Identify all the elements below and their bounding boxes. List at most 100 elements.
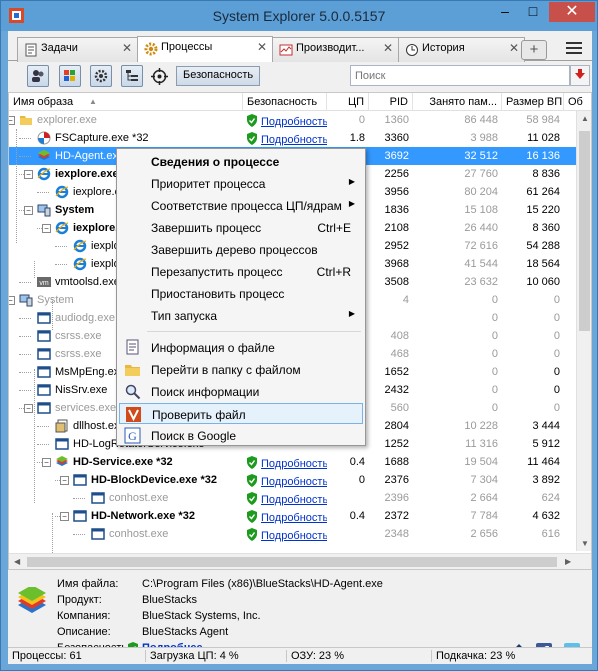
vertical-scrollbar[interactable]: ▲ ▼ <box>576 111 591 551</box>
security-details-link[interactable]: Подробность <box>261 458 327 470</box>
scroll-left-icon[interactable]: ◀ <box>14 557 20 566</box>
tab-0[interactable]: Задачи ✕ <box>17 37 138 62</box>
tab-close-icon[interactable]: ✕ <box>509 41 519 55</box>
tree-toggle-icon[interactable]: − <box>24 404 33 413</box>
tasks-icon <box>25 43 37 57</box>
menu-item-label: Поиск в Google <box>151 429 236 443</box>
menu-item-4[interactable]: Завершить дерево процессов <box>119 239 363 260</box>
memory-cell: 15 108 <box>464 204 498 216</box>
users-button[interactable] <box>27 65 49 87</box>
menu-item-11[interactable]: Поиск информации <box>119 381 363 402</box>
tab-close-icon[interactable]: ✕ <box>383 41 393 55</box>
security-details-link[interactable]: Подробность <box>261 494 327 506</box>
horizontal-scrollbar[interactable]: ◀ ▶ <box>9 553 591 569</box>
menu-item-6[interactable]: Приостановить процесс <box>119 283 363 304</box>
security-details-link[interactable]: Подробность <box>261 134 327 146</box>
filename-label: Имя файла: <box>57 578 119 590</box>
tree-toggle-icon[interactable]: − <box>42 224 51 233</box>
search-go-button[interactable] <box>570 65 590 86</box>
tab-label: Задачи <box>41 42 78 54</box>
windows-button[interactable] <box>59 65 81 87</box>
vm-size-cell: 5 912 <box>532 438 560 450</box>
cpu-cell: 0 <box>358 114 365 126</box>
virustotal-icon <box>126 407 141 422</box>
menu-item-3[interactable]: Завершить процесс Ctrl+E <box>119 217 363 238</box>
security-details-link[interactable]: Подробность <box>261 512 327 524</box>
tree-toggle-icon[interactable]: − <box>42 458 51 467</box>
table-row[interactable]: − HD-Network.exe *32 Подробность 0.4 2372 7 7… <box>9 507 577 525</box>
shield-icon <box>247 456 257 469</box>
table-row[interactable]: conhost.exe Подробность 2396 2 664 624 <box>9 489 577 507</box>
menu-item-0[interactable]: Сведения о процессе <box>119 151 363 172</box>
security-details-link[interactable]: Подробность <box>261 116 327 128</box>
submenu-arrow-icon: ▶ <box>348 309 355 318</box>
pid-cell: 1360 <box>384 114 409 126</box>
tree-toggle-icon[interactable]: − <box>24 206 33 215</box>
pid-cell: 2952 <box>384 240 409 252</box>
menu-item-2[interactable]: Соответствие процесса ЦП/ядрам ▶ <box>119 195 363 216</box>
column-header-5[interactable]: Размер ВП <box>502 93 564 111</box>
tree-toggle-icon[interactable]: − <box>60 512 69 521</box>
menu-item-9[interactable]: Информация о файле <box>119 337 363 358</box>
tab-1[interactable]: Процессы ✕ <box>137 36 273 62</box>
tree-toggle-icon[interactable]: − <box>9 296 15 305</box>
vertical-scroll-thumb[interactable] <box>579 131 590 331</box>
table-row[interactable]: FSCapture.exe *32 Подробность 1.8 3360 3 988… <box>9 129 577 147</box>
minimize-button[interactable]: – <box>491 2 519 22</box>
tab-3[interactable]: История ✕ <box>398 37 525 62</box>
clock-icon <box>406 44 418 56</box>
gear-icon <box>144 42 158 56</box>
horizontal-scroll-thumb[interactable] <box>27 557 557 567</box>
tree-view-button[interactable] <box>121 65 143 87</box>
target-icon[interactable] <box>151 68 168 85</box>
tab-2[interactable]: Производит... ✕ <box>272 37 399 62</box>
menu-item-10[interactable]: Перейти в папку с файлом <box>119 359 363 380</box>
tab-label: Процессы <box>161 41 213 53</box>
maximize-button[interactable]: □ <box>519 2 547 22</box>
security-button[interactable]: Безопасность <box>176 66 261 86</box>
column-header-2[interactable]: ЦП <box>327 93 369 111</box>
scroll-down-icon[interactable]: ▼ <box>581 539 589 548</box>
process-name: conhost.exe <box>109 492 169 504</box>
column-header-6[interactable]: Об <box>564 93 591 111</box>
pid-cell: 3360 <box>384 132 409 144</box>
scroll-up-icon[interactable]: ▲ <box>581 114 589 123</box>
tab-close-icon[interactable]: ✕ <box>257 40 267 54</box>
submenu-arrow-icon: ▶ <box>348 177 355 186</box>
tree-toggle-icon[interactable]: − <box>60 476 69 485</box>
tab-close-icon[interactable]: ✕ <box>122 41 132 55</box>
search-input[interactable] <box>350 65 570 86</box>
table-row[interactable]: − HD-Service.exe *32 Подробность 0.4 1688 19 … <box>9 453 577 471</box>
column-header-3[interactable]: PID <box>369 93 413 111</box>
scroll-right-icon[interactable]: ▶ <box>565 557 571 566</box>
menu-button[interactable] <box>566 39 582 55</box>
memory-cell: 7 784 <box>470 510 498 522</box>
folder-icon <box>125 365 140 376</box>
menu-item-1[interactable]: Приоритет процесса ▶ <box>119 173 363 194</box>
column-header-4[interactable]: Занято пам... <box>413 93 502 111</box>
close-button[interactable]: ✕ <box>549 2 595 22</box>
vm-size-cell: 18 564 <box>526 258 560 270</box>
process-name: conhost.exe <box>109 528 169 540</box>
pid-cell: 2108 <box>384 222 409 234</box>
column-header-1[interactable]: Безопасность <box>243 93 327 111</box>
table-row[interactable]: − HD-BlockDevice.exe *32 Подробность 0 2376 7… <box>9 471 577 489</box>
shield-icon <box>247 474 257 487</box>
menu-item-5[interactable]: Перезапустить процесс Ctrl+R <box>119 261 363 282</box>
security-details-link[interactable]: Подробность <box>261 476 327 488</box>
menu-item-13[interactable]: G Поиск в Google <box>119 425 363 446</box>
tree-toggle-icon[interactable]: − <box>9 116 15 125</box>
table-row[interactable]: − explorer.exe Подробность 0 1360 86 448 58 98… <box>9 111 577 129</box>
column-header-0[interactable]: Имя образа <box>9 93 243 111</box>
table-row[interactable]: conhost.exe Подробность 2348 2 656 616 <box>9 525 577 543</box>
tree-toggle-icon[interactable]: − <box>24 170 33 179</box>
title-bar[interactable]: System Explorer 5.0.0.5157 – □ ✕ <box>1 1 597 31</box>
menu-item-12[interactable]: Проверить файл <box>119 403 363 424</box>
menu-item-7[interactable]: Тип запуска ▶ <box>119 305 363 326</box>
tree-line <box>52 297 53 330</box>
menu-item-label: Завершить дерево процессов <box>151 243 318 257</box>
security-details-link[interactable]: Подробность <box>261 530 327 542</box>
pid-cell: 2804 <box>384 420 409 432</box>
new-tab-button[interactable]: + <box>521 40 547 60</box>
services-button[interactable] <box>90 65 112 87</box>
